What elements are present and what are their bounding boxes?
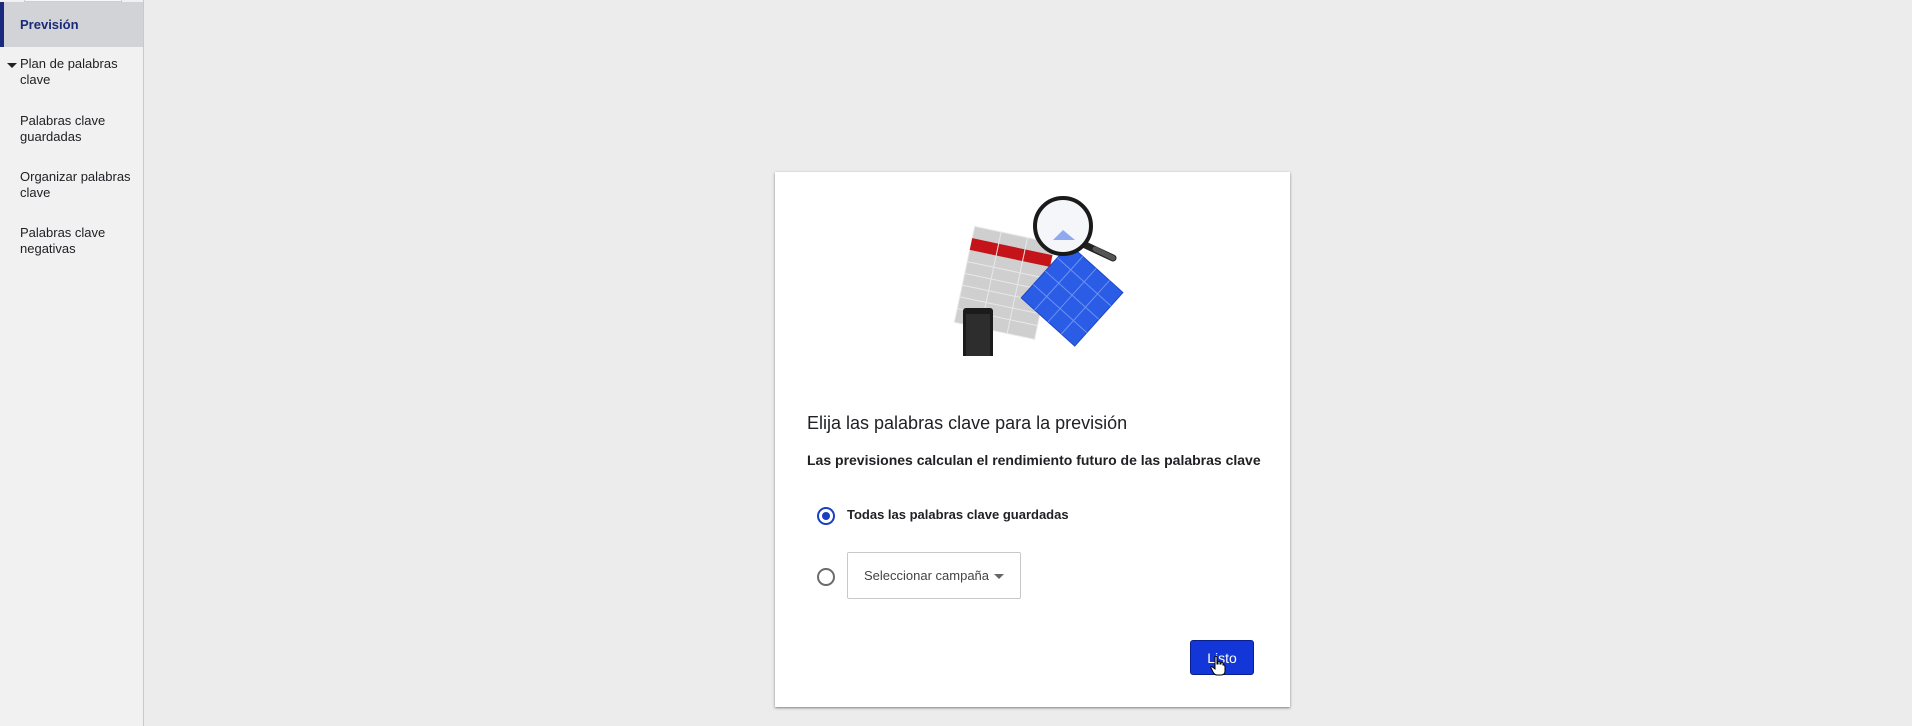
campaign-select[interactable]: Seleccionar campaña [847, 552, 1021, 599]
campaign-select-value: Seleccionar campaña [864, 568, 990, 583]
sidebar-item-label: Plan de palabras clave [20, 56, 118, 87]
dialog-subtitle: Las previsiones calculan el rendimiento … [807, 452, 1261, 468]
sidebar-item-palabras-clave-negativas[interactable]: Palabras clave negativas [0, 225, 143, 257]
sidebar-item-plan-de-palabras-clave[interactable]: Plan de palabras clave [0, 56, 143, 88]
sidebar-item-organizar-palabras-clave[interactable]: Organizar palabras clave [0, 169, 143, 201]
forecast-illustration [953, 196, 1124, 356]
dialog-title: Elija las palabras clave para la previsi… [807, 413, 1128, 433]
sidebar-item-prevision[interactable]: Previsión [0, 2, 143, 47]
caret-down-icon[interactable] [7, 63, 17, 68]
done-button[interactable]: Listo [1190, 640, 1254, 675]
sidebar-item-label: Palabras clave guardadas [20, 113, 106, 144]
sidebar-item-label: Organizar palabras clave [20, 169, 131, 200]
sidebar: Previsión Plan de palabras clave Palabra… [0, 0, 144, 726]
all-saved-keywords-label[interactable]: Todas las palabras clave guardadas [847, 507, 1069, 522]
dropdown-arrow-icon [994, 574, 1004, 579]
forecast-dialog: Elija las palabras clave para la previsi… [775, 172, 1290, 707]
all-saved-keywords-radio[interactable] [817, 507, 835, 525]
sidebar-item-label: Palabras clave negativas [20, 225, 106, 256]
campaign-radio[interactable] [817, 568, 835, 586]
sidebar-item-palabras-clave-guardadas[interactable]: Palabras clave guardadas [0, 113, 143, 145]
sidebar-item-label: Previsión [20, 16, 79, 32]
